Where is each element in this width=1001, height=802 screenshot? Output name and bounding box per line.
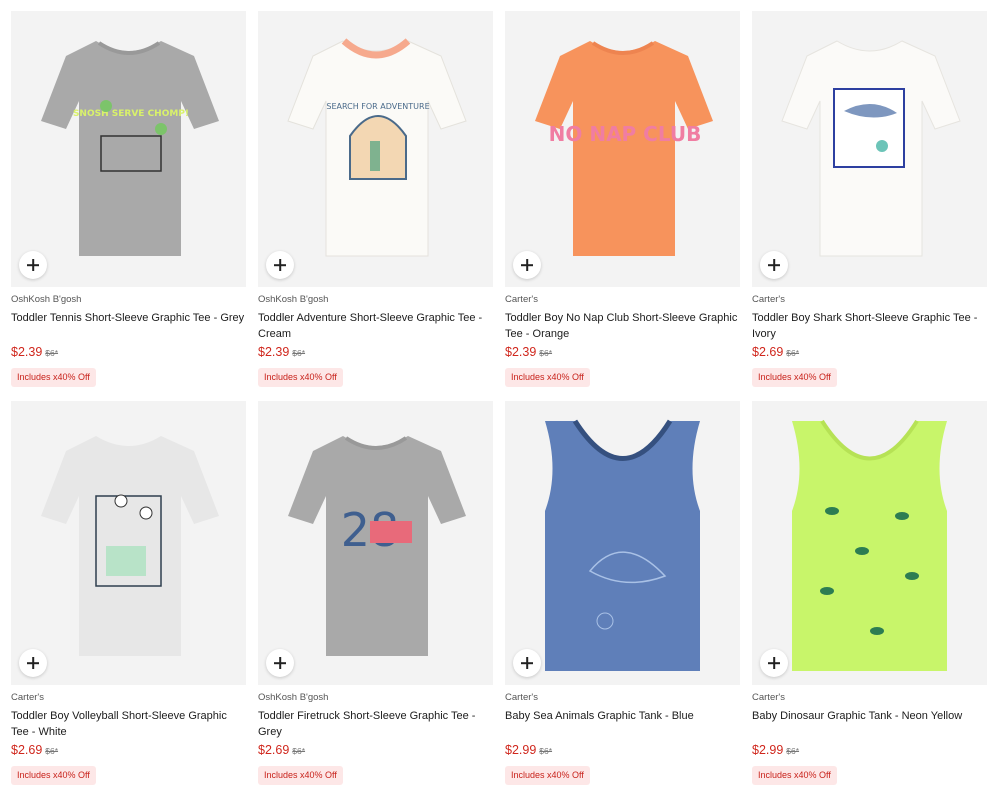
tee-shirt-image: SEARCH FOR ADVENTURE <box>287 38 467 257</box>
product-card[interactable]: Carter's Toddler Boy Shark Short-Sleeve … <box>752 11 987 401</box>
tee-shirt-image <box>41 436 219 656</box>
add-to-bag-button[interactable] <box>760 251 788 279</box>
product-name[interactable]: Toddler Boy Shark Short-Sleeve Graphic T… <box>752 310 987 342</box>
product-name[interactable]: Toddler Firetruck Short-Sleeve Graphic T… <box>258 708 493 740</box>
product-image[interactable]: SEARCH FOR ADVENTURE <box>258 11 493 287</box>
product-brand: OshKosh B'gosh <box>258 692 329 703</box>
product-image[interactable] <box>752 11 987 287</box>
product-brand: Carter's <box>752 692 785 703</box>
product-card[interactable]: Carter's Baby Dinosaur Graphic Tank - Ne… <box>752 401 987 785</box>
original-price: $6* <box>292 348 306 358</box>
product-brand: OshKosh B'gosh <box>11 294 82 305</box>
tee-art-text: NO NAP CLUB <box>549 122 702 146</box>
product-brand: Carter's <box>505 294 538 305</box>
discount-badge: Includes x40% Off <box>11 368 96 387</box>
tee-shirt-image: NO NAP CLUB <box>535 41 713 256</box>
product-name[interactable]: Toddler Tennis Short-Sleeve Graphic Tee … <box>11 310 246 342</box>
discount-badge: Includes x40% Off <box>11 766 96 785</box>
discount-badge: Includes x40% Off <box>752 766 837 785</box>
product-name[interactable]: Toddler Adventure Short-Sleeve Graphic T… <box>258 310 493 342</box>
add-to-bag-button[interactable] <box>513 251 541 279</box>
discount-badge: Includes x40% Off <box>258 368 343 387</box>
product-name[interactable]: Toddler Boy No Nap Club Short-Sleeve Gra… <box>505 310 740 342</box>
product-image[interactable]: SNOSH SERVE CHOMP! <box>11 11 246 287</box>
discount-badge: Includes x40% Off <box>505 368 590 387</box>
original-price: $6* <box>539 348 553 358</box>
tee-shirt-image: 28 <box>288 436 466 656</box>
add-to-bag-button[interactable] <box>266 649 294 677</box>
product-grid: SNOSH SERVE CHOMP! OshKosh B'gosh Toddle… <box>11 11 988 785</box>
product-card[interactable]: NO NAP CLUB Carter's Toddler Boy No Nap … <box>505 11 740 401</box>
product-image[interactable] <box>752 401 987 685</box>
original-price: $6* <box>786 348 800 358</box>
original-price: $6* <box>786 746 800 756</box>
original-price: $6* <box>539 746 553 756</box>
product-image[interactable]: NO NAP CLUB <box>505 11 740 287</box>
product-card[interactable]: SNOSH SERVE CHOMP! OshKosh B'gosh Toddle… <box>11 11 246 401</box>
sale-price: $2.69 <box>258 743 290 757</box>
product-brand: Carter's <box>752 294 785 305</box>
sale-price: $2.39 <box>258 345 290 359</box>
tee-art-text: SNOSH SERVE CHOMP! <box>73 109 189 119</box>
product-name[interactable]: Toddler Boy Volleyball Short-Sleeve Grap… <box>11 708 246 740</box>
add-to-bag-button[interactable] <box>513 649 541 677</box>
tee-shirt-image: SNOSH SERVE CHOMP! <box>41 41 219 256</box>
original-price: $6* <box>292 746 306 756</box>
sale-price: $2.69 <box>11 743 43 757</box>
tee-shirt-image <box>781 40 961 257</box>
add-to-bag-button[interactable] <box>266 251 294 279</box>
product-card[interactable]: Carter's Baby Sea Animals Graphic Tank -… <box>505 401 740 785</box>
original-price: $6* <box>45 746 59 756</box>
tee-art-text: SEARCH FOR ADVENTURE <box>326 102 429 111</box>
discount-badge: Includes x40% Off <box>258 766 343 785</box>
add-to-bag-button[interactable] <box>19 649 47 677</box>
product-card[interactable]: SEARCH FOR ADVENTURE OshKosh B'gosh Todd… <box>258 11 493 401</box>
discount-badge: Includes x40% Off <box>505 766 590 785</box>
tank-top-image <box>545 419 700 671</box>
product-brand: OshKosh B'gosh <box>258 294 329 305</box>
product-card[interactable]: 28 OshKosh B'gosh Toddler Firetruck Shor… <box>258 401 493 785</box>
product-image[interactable] <box>505 401 740 685</box>
sale-price: $2.99 <box>505 743 537 757</box>
sale-price: $2.39 <box>505 345 537 359</box>
product-brand: Carter's <box>505 692 538 703</box>
original-price: $6* <box>45 348 59 358</box>
product-image[interactable]: 28 <box>258 401 493 685</box>
product-image[interactable] <box>11 401 246 685</box>
discount-badge: Includes x40% Off <box>752 368 837 387</box>
product-name[interactable]: Baby Dinosaur Graphic Tank - Neon Yellow <box>752 708 987 740</box>
add-to-bag-button[interactable] <box>19 251 47 279</box>
product-card[interactable]: Carter's Toddler Boy Volleyball Short-Sl… <box>11 401 246 785</box>
product-brand: Carter's <box>11 692 44 703</box>
sale-price: $2.69 <box>752 345 784 359</box>
sale-price: $2.39 <box>11 345 43 359</box>
product-name[interactable]: Baby Sea Animals Graphic Tank - Blue <box>505 708 740 740</box>
add-to-bag-button[interactable] <box>760 649 788 677</box>
tank-top-image <box>792 419 947 671</box>
sale-price: $2.99 <box>752 743 784 757</box>
